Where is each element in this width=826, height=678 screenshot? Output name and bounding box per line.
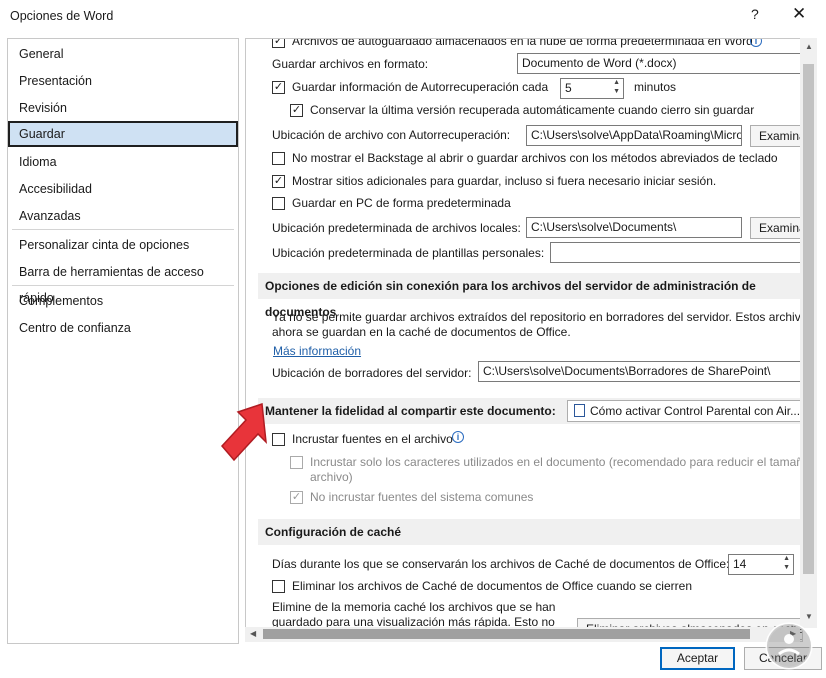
no-backstage-checkbox[interactable] xyxy=(272,152,285,165)
scroll-left-icon[interactable]: ◀ xyxy=(250,629,256,638)
info-icon: i xyxy=(750,39,762,47)
save-format-label: Guardar archivos en formato: xyxy=(272,57,429,71)
server-drafts-field[interactable]: C:\Users\solve\Documents\Borradores de S… xyxy=(478,361,802,382)
no-common-fonts-label: No incrustar fuentes del sistema comunes xyxy=(310,490,534,504)
spinner-arrows-icon[interactable]: ▲ ▼ xyxy=(613,79,620,96)
embed-fonts-label: Incrustar fuentes en el archivo xyxy=(292,432,453,446)
title-bar: Opciones de Word ? ✕ xyxy=(0,0,826,32)
cache-days-value: 14 xyxy=(733,557,747,571)
clear-cache-desc-line1: Elimine de la memoria caché los archivos… xyxy=(272,600,556,614)
sidebar-divider xyxy=(12,285,234,286)
horizontal-scroll-thumb[interactable] xyxy=(263,629,750,639)
window-title: Opciones de Word xyxy=(10,9,114,23)
logo-icon xyxy=(765,622,813,670)
show-more-places-label: Mostrar sitios adicionales para guardar,… xyxy=(292,174,717,188)
sidebar-item-revision[interactable]: Revisión xyxy=(8,95,238,121)
server-drafts-label: Ubicación de borradores del servidor: xyxy=(272,366,472,380)
delete-cache-checkbox[interactable] xyxy=(272,580,285,593)
sidebar-item-guardar[interactable]: Guardar xyxy=(8,121,238,147)
autorecover-minutes-spinner[interactable]: 5 ▲ ▼ xyxy=(560,78,624,99)
fidelity-document-value: Cómo activar Control Parental con Air... xyxy=(590,404,801,418)
autorecover-location-field[interactable]: C:\Users\solve\AppData\Roaming\Micro xyxy=(526,125,742,146)
cache-section-header: Configuración de caché xyxy=(258,519,802,545)
info-icon: i xyxy=(452,431,464,443)
sidebar-item-presentacion[interactable]: Presentación xyxy=(8,68,238,94)
browse-autorecover-button[interactable]: Examinar... xyxy=(750,125,802,147)
embed-used-chars-label-2: archivo) xyxy=(310,470,353,484)
keep-last-version-checkbox[interactable]: ✓ xyxy=(290,104,303,117)
cloud-autosave-checkbox[interactable]: ✓ xyxy=(272,39,285,48)
sidebar-item-barra-acceso-rapido[interactable]: Barra de herramientas de acceso rápido xyxy=(8,259,238,305)
autorecover-checkbox[interactable]: ✓ xyxy=(272,81,285,94)
no-common-fonts-checkbox[interactable]: ✓ xyxy=(290,491,303,504)
minutes-label: minutos xyxy=(634,80,677,94)
browse-local-files-button[interactable]: Examinar... xyxy=(750,217,802,239)
close-button[interactable]: ✕ xyxy=(792,4,806,24)
more-info-link[interactable]: Más información xyxy=(273,344,361,358)
word-doc-icon xyxy=(574,404,585,417)
local-files-field[interactable]: C:\Users\solve\Documents\ xyxy=(526,217,742,238)
spinner-arrows-icon[interactable]: ▲ ▼ xyxy=(783,555,790,572)
embed-used-chars-label: Incrustar solo los caracteres utilizados… xyxy=(310,455,803,469)
scroll-up-icon[interactable]: ▲ xyxy=(805,42,813,51)
local-files-label: Ubicación predeterminada de archivos loc… xyxy=(272,221,521,235)
autorecover-location-label: Ubicación de archivo con Autorrecuperaci… xyxy=(272,128,511,142)
autorecover-minutes-value: 5 xyxy=(565,81,572,95)
sidebar-item-accesibilidad[interactable]: Accesibilidad xyxy=(8,176,238,202)
embed-used-chars-checkbox[interactable] xyxy=(290,456,303,469)
offline-section-header: Opciones de edición sin conexión para lo… xyxy=(258,273,802,319)
cache-days-label: Días durante los que se conservarán los … xyxy=(272,557,730,571)
help-button[interactable]: ? xyxy=(751,6,759,22)
sidebar-item-complementos[interactable]: Complementos xyxy=(8,288,238,314)
templates-label: Ubicación predeterminada de plantillas p… xyxy=(272,246,545,260)
vertical-scroll-thumb[interactable] xyxy=(803,64,814,574)
no-backstage-label: No mostrar el Backstage al abrir o guard… xyxy=(292,151,778,165)
fidelity-document-dropdown[interactable]: Cómo activar Control Parental con Air... xyxy=(567,400,802,422)
autorecover-label: Guardar información de Autorrecuperación… xyxy=(292,80,549,94)
cloud-autosave-label: Archivos de autoguardado almacenados en … xyxy=(292,38,753,48)
sidebar-item-centro-confianza[interactable]: Centro de confianza xyxy=(8,315,238,341)
show-more-places-checkbox[interactable]: ✓ xyxy=(272,175,285,188)
red-arrow-icon xyxy=(220,402,267,462)
sidebar-item-idioma[interactable]: Idioma xyxy=(8,149,238,175)
sidebar: General Presentación Revisión Guardar Id… xyxy=(7,38,239,644)
sidebar-divider xyxy=(12,229,234,230)
delete-cache-label: Eliminar los archivos de Caché de docume… xyxy=(292,579,692,593)
sidebar-item-personalizar-cinta[interactable]: Personalizar cinta de opciones xyxy=(8,232,238,258)
templates-field[interactable] xyxy=(550,242,802,263)
save-to-pc-label: Guardar en PC de forma predeterminada xyxy=(292,196,511,210)
accept-button[interactable]: Aceptar xyxy=(660,647,735,670)
options-panel: ✓ Archivos de autoguardado almacenados e… xyxy=(245,38,803,642)
fidelity-header-label: Mantener la fidelidad al compartir este … xyxy=(265,404,556,418)
save-format-select[interactable]: Documento de Word (*.docx) xyxy=(517,53,802,74)
sidebar-item-general[interactable]: General xyxy=(8,41,238,67)
offline-desc-line1: Ya no se permite guardar archivos extraí… xyxy=(272,310,803,324)
cache-days-spinner[interactable]: 14 ▲ ▼ xyxy=(728,554,794,575)
keep-last-version-label: Conservar la última versión recuperada a… xyxy=(310,103,755,117)
offline-desc-line2: ahora se guardan en la caché de document… xyxy=(272,325,571,339)
sidebar-item-avanzadas[interactable]: Avanzadas xyxy=(8,203,238,229)
save-to-pc-checkbox[interactable] xyxy=(272,197,285,210)
